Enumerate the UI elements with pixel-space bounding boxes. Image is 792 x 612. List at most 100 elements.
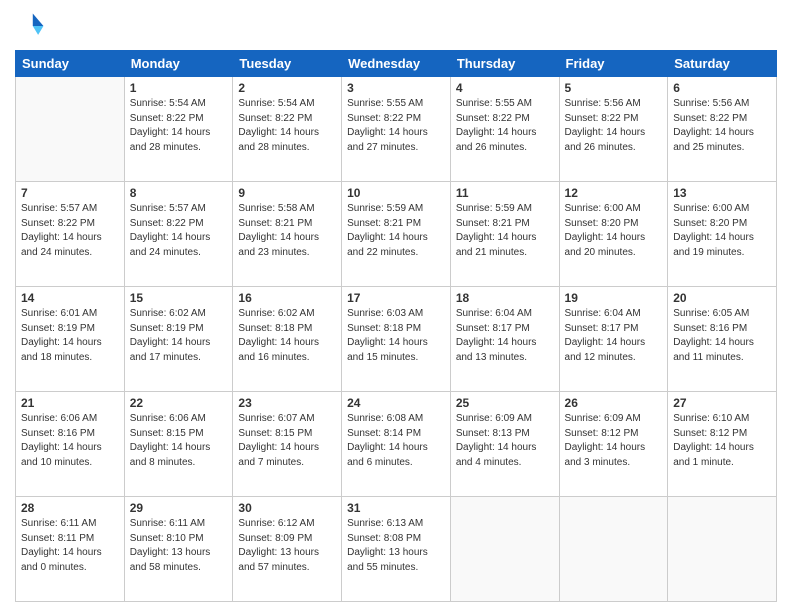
day-cell: 8Sunrise: 5:57 AM Sunset: 8:22 PM Daylig… [124,182,233,287]
day-cell: 26 Sunrise: 6:09 AM Sunset: 8:12 PM Dayli… [559,392,668,497]
day-cell: 31Sunrise: 6:13 AM Sunset: 8:08 PM Dayli… [342,497,451,602]
day-cell: 17Sunrise: 6:03 AM Sunset: 8:18 PM Dayli… [342,287,451,392]
weekday-header-wednesday: Wednesday [342,51,451,77]
day-info: Sunrise: 6:01 AM Sunset: 8:19 PM Dayligh… [21,307,119,365]
day-info: Sunrise: 6:09 AM Sunset: 8:13 PM Dayligh… [456,412,554,470]
day-info: Sunrise: 5:57 AM Sunset: 8:22 PM Dayligh… [21,202,119,260]
day-cell: 6 Sunrise: 5:56 AM Sunset: 8:22 PM Daylig… [668,77,777,182]
day-cell: 12 Sunrise: 6:00 AM Sunset: 8:20 PM Dayli… [559,182,668,287]
day-cell [559,497,668,602]
week-row-3: 21 Sunrise: 6:06 AM Sunset: 8:16 PM Dayli… [16,392,777,497]
day-info: Sunrise: 6:11 AM Sunset: 8:10 PM Dayligh… [130,517,228,575]
day-number: 14 [21,291,119,305]
header [15,10,777,42]
week-row-2: 14 Sunrise: 6:01 AM Sunset: 8:19 PM Dayli… [16,287,777,392]
day-info: Sunrise: 6:04 AM Sunset: 8:17 PM Dayligh… [565,307,663,365]
weekday-header-saturday: Saturday [668,51,777,77]
day-number: 17 [347,291,445,305]
day-cell: 18Sunrise: 6:04 AM Sunset: 8:17 PM Dayli… [450,287,559,392]
weekday-header-row: SundayMondayTuesdayWednesdayThursdayFrid… [16,51,777,77]
day-info: Sunrise: 5:59 AM Sunset: 8:21 PM Dayligh… [347,202,445,260]
day-cell: 15 Sunrise: 6:02 AM Sunset: 8:19 PM Dayli… [124,287,233,392]
day-number: 7 [21,186,119,200]
weekday-header-friday: Friday [559,51,668,77]
weekday-header-monday: Monday [124,51,233,77]
day-cell [668,497,777,602]
day-number: 28 [21,501,119,515]
day-info: Sunrise: 6:02 AM Sunset: 8:19 PM Dayligh… [130,307,228,365]
day-number: 26 [565,396,663,410]
day-number: 24 [347,396,445,410]
day-cell: 7 Sunrise: 5:57 AM Sunset: 8:22 PM Daylig… [16,182,125,287]
day-cell: 29 Sunrise: 6:11 AM Sunset: 8:10 PM Dayli… [124,497,233,602]
day-info: Sunrise: 5:54 AM Sunset: 8:22 PM Dayligh… [130,97,228,155]
day-number: 2 [238,81,336,95]
day-cell: 9 Sunrise: 5:58 AM Sunset: 8:21 PM Daylig… [233,182,342,287]
day-info: Sunrise: 6:07 AM Sunset: 8:15 PM Dayligh… [238,412,336,470]
day-info: Sunrise: 6:12 AM Sunset: 8:09 PM Dayligh… [238,517,336,575]
day-number: 29 [130,501,228,515]
weekday-header-thursday: Thursday [450,51,559,77]
day-info: Sunrise: 5:56 AM Sunset: 8:22 PM Dayligh… [565,97,663,155]
day-cell: 13 Sunrise: 6:00 AM Sunset: 8:20 PM Dayli… [668,182,777,287]
day-number: 20 [673,291,771,305]
day-info: Sunrise: 6:05 AM Sunset: 8:16 PM Dayligh… [673,307,771,365]
day-cell: 10 Sunrise: 5:59 AM Sunset: 8:21 PM Dayli… [342,182,451,287]
day-number: 10 [347,186,445,200]
day-number: 15 [130,291,228,305]
day-number: 6 [673,81,771,95]
day-info: Sunrise: 5:56 AM Sunset: 8:22 PM Dayligh… [673,97,771,155]
day-info: Sunrise: 6:06 AM Sunset: 8:15 PM Dayligh… [130,412,228,470]
day-info: Sunrise: 5:55 AM Sunset: 8:22 PM Dayligh… [347,97,445,155]
page: SundayMondayTuesdayWednesdayThursdayFrid… [0,0,792,612]
day-number: 16 [238,291,336,305]
day-cell: 20 Sunrise: 6:05 AM Sunset: 8:16 PM Dayli… [668,287,777,392]
day-info: Sunrise: 5:58 AM Sunset: 8:21 PM Dayligh… [238,202,336,260]
day-number: 21 [21,396,119,410]
week-row-0: 1 Sunrise: 5:54 AM Sunset: 8:22 PM Daylig… [16,77,777,182]
day-cell: 25Sunrise: 6:09 AM Sunset: 8:13 PM Dayli… [450,392,559,497]
day-cell [16,77,125,182]
day-cell: 23 Sunrise: 6:07 AM Sunset: 8:15 PM Dayli… [233,392,342,497]
logo [15,10,51,42]
day-info: Sunrise: 6:06 AM Sunset: 8:16 PM Dayligh… [21,412,119,470]
day-number: 30 [238,501,336,515]
day-cell: 4Sunrise: 5:55 AM Sunset: 8:22 PM Daylig… [450,77,559,182]
day-number: 18 [456,291,554,305]
day-number: 27 [673,396,771,410]
day-cell [450,497,559,602]
day-info: Sunrise: 6:11 AM Sunset: 8:11 PM Dayligh… [21,517,119,575]
day-number: 13 [673,186,771,200]
day-number: 4 [456,81,554,95]
day-info: Sunrise: 5:57 AM Sunset: 8:22 PM Dayligh… [130,202,228,260]
day-cell: 22 Sunrise: 6:06 AM Sunset: 8:15 PM Dayli… [124,392,233,497]
day-cell: 14 Sunrise: 6:01 AM Sunset: 8:19 PM Dayli… [16,287,125,392]
week-row-1: 7 Sunrise: 5:57 AM Sunset: 8:22 PM Daylig… [16,182,777,287]
day-cell: 11 Sunrise: 5:59 AM Sunset: 8:21 PM Dayli… [450,182,559,287]
day-cell: 30 Sunrise: 6:12 AM Sunset: 8:09 PM Dayli… [233,497,342,602]
week-row-4: 28 Sunrise: 6:11 AM Sunset: 8:11 PM Dayli… [16,497,777,602]
day-number: 9 [238,186,336,200]
day-info: Sunrise: 6:00 AM Sunset: 8:20 PM Dayligh… [565,202,663,260]
day-info: Sunrise: 6:08 AM Sunset: 8:14 PM Dayligh… [347,412,445,470]
day-info: Sunrise: 6:09 AM Sunset: 8:12 PM Dayligh… [565,412,663,470]
day-number: 12 [565,186,663,200]
day-cell: 5 Sunrise: 5:56 AM Sunset: 8:22 PM Daylig… [559,77,668,182]
day-number: 5 [565,81,663,95]
day-number: 23 [238,396,336,410]
day-number: 1 [130,81,228,95]
day-info: Sunrise: 5:54 AM Sunset: 8:22 PM Dayligh… [238,97,336,155]
day-info: Sunrise: 6:10 AM Sunset: 8:12 PM Dayligh… [673,412,771,470]
day-info: Sunrise: 5:59 AM Sunset: 8:21 PM Dayligh… [456,202,554,260]
day-info: Sunrise: 6:13 AM Sunset: 8:08 PM Dayligh… [347,517,445,575]
day-cell: 21 Sunrise: 6:06 AM Sunset: 8:16 PM Dayli… [16,392,125,497]
day-cell: 24 Sunrise: 6:08 AM Sunset: 8:14 PM Dayli… [342,392,451,497]
calendar-table: SundayMondayTuesdayWednesdayThursdayFrid… [15,50,777,602]
day-info: Sunrise: 6:02 AM Sunset: 8:18 PM Dayligh… [238,307,336,365]
day-number: 22 [130,396,228,410]
day-number: 19 [565,291,663,305]
day-number: 11 [456,186,554,200]
day-cell: 3 Sunrise: 5:55 AM Sunset: 8:22 PM Daylig… [342,77,451,182]
day-info: Sunrise: 6:00 AM Sunset: 8:20 PM Dayligh… [673,202,771,260]
day-number: 3 [347,81,445,95]
